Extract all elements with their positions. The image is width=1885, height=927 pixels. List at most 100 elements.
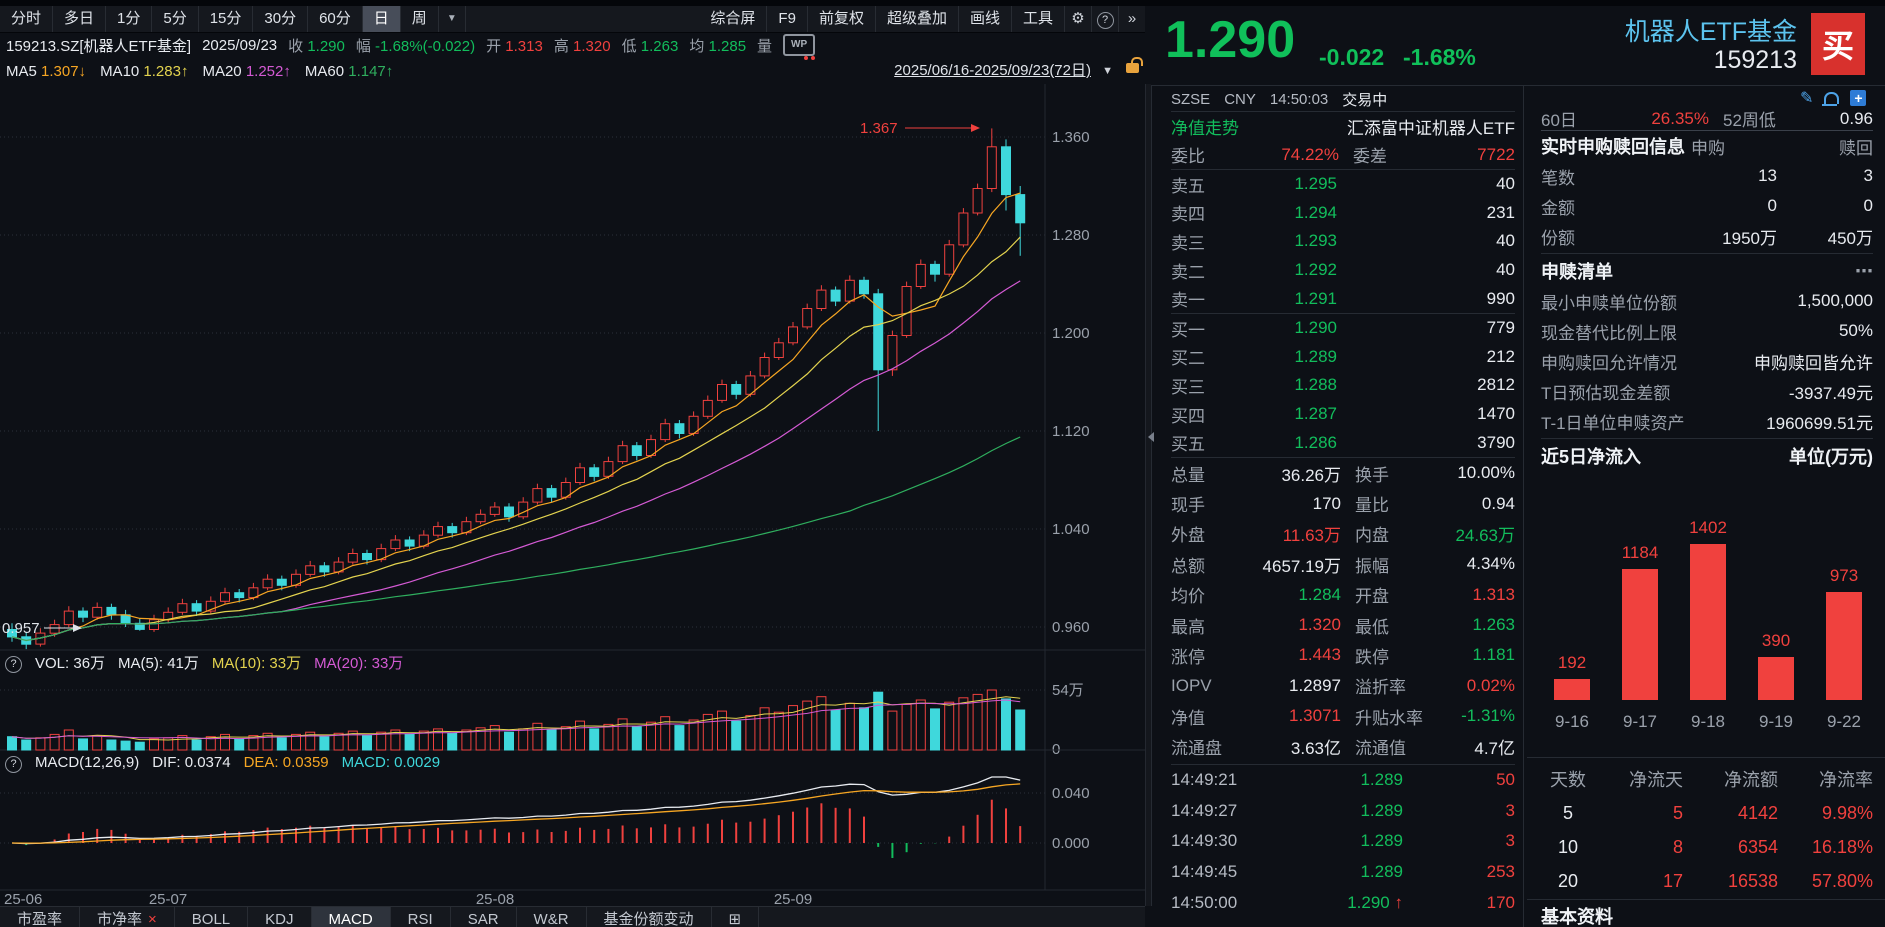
ma-item: MA10 1.283↑ <box>100 63 188 80</box>
ohlc-field: 收 1.290 <box>288 35 345 56</box>
period-tab-日[interactable]: 日 <box>363 6 401 32</box>
list-label: T日预估现金差额 <box>1541 379 1670 404</box>
column-header: 净流率 <box>1778 766 1873 792</box>
tab-SAR[interactable]: SAR <box>451 907 517 927</box>
stat-value: 24.63万 <box>1431 521 1515 546</box>
settings-button[interactable]: ⚙ <box>1065 6 1092 32</box>
bid-row[interactable]: 买三1.2882812 <box>1171 371 1515 400</box>
period-tab-分时[interactable]: 分时 <box>0 6 53 32</box>
basic-info-title[interactable]: 基本资料 <box>1541 903 1613 927</box>
list-value: 申购赎回皆允许 <box>1754 349 1873 374</box>
list-item: 申购赎回允许情况申购赎回皆允许 <box>1541 346 1873 376</box>
level-label: 买二 <box>1171 344 1227 369</box>
buy-button[interactable]: 买 <box>1811 13 1865 75</box>
stat-value: 10.00% <box>1431 463 1515 483</box>
toolbar-action-F9[interactable]: F9 <box>767 6 808 32</box>
range-dropdown-icon[interactable]: ▼ <box>1102 58 1113 84</box>
period-tab-15分[interactable]: 15分 <box>199 6 254 32</box>
date-range-link[interactable]: 2025/06/16-2025/09/23(72日) <box>894 58 1091 84</box>
macd-help-icon[interactable]: ? <box>5 756 22 773</box>
ma-label: MA20 <box>202 63 245 80</box>
ma-item: MA60 1.147↑ <box>305 63 393 80</box>
list-item: T-1日单位申赎资产1960699.51元 <box>1541 406 1873 436</box>
creation-list-header[interactable]: 申赎清单 ⋯ <box>1541 256 1873 286</box>
vol-ma-item: MA(20): 33万 <box>314 652 403 673</box>
week52-low-label: 52周低 <box>1709 106 1805 131</box>
period-tab-周[interactable]: 周 <box>401 6 439 32</box>
wp-monitor-icon[interactable]: WP <box>783 34 815 56</box>
stat-label: 升贴水率 <box>1355 704 1431 729</box>
toolbar-action-前复权[interactable]: 前复权 <box>808 6 876 32</box>
tab-市盈率[interactable]: 市盈率 <box>0 907 80 927</box>
ma-value: 1.147↑ <box>348 63 393 80</box>
chevron-down-icon: ▼ <box>447 13 457 24</box>
table-cell: 5 <box>1541 803 1595 824</box>
period-tab-60分[interactable]: 60分 <box>308 6 363 32</box>
toolbar-action-工具[interactable]: 工具 <box>1012 6 1065 32</box>
stat-label: 外盘 <box>1171 521 1233 546</box>
alert-bell-icon[interactable] <box>1824 92 1839 104</box>
bid-row[interactable]: 买五1.2863790 <box>1171 428 1515 457</box>
tab-W&R[interactable]: W&R <box>517 907 587 927</box>
tab-基金份额变动[interactable]: 基金份额变动 <box>587 907 712 927</box>
help-button[interactable]: ? <box>1092 6 1119 32</box>
ask-row[interactable]: 卖二1.29240 <box>1171 256 1515 285</box>
weibi-label: 委比 <box>1171 142 1221 167</box>
edit-pencil-icon[interactable]: ✎ <box>1800 88 1813 108</box>
ask-row[interactable]: 卖五1.29540 <box>1171 170 1515 199</box>
ma-label: MA60 <box>305 63 348 80</box>
tick-price: 1.289 <box>1257 770 1423 790</box>
add-plus-icon[interactable]: + <box>1850 90 1866 106</box>
period-tab-5分[interactable]: 5分 <box>152 6 198 32</box>
level-label: 卖二 <box>1171 258 1227 283</box>
list-item: 最小申赎单位份额1,500,000 <box>1541 286 1873 316</box>
tab-KDJ[interactable]: KDJ <box>248 907 311 927</box>
list-label: 现金替代比例上限 <box>1541 319 1677 344</box>
period-dropdown[interactable]: ▼ <box>439 6 466 32</box>
period-tab-1分[interactable]: 1分 <box>106 6 152 32</box>
stat-label: IOPV <box>1171 676 1233 696</box>
tick-time: 14:50:00 <box>1171 893 1257 913</box>
period-tab-30分[interactable]: 30分 <box>253 6 308 32</box>
svg-text:1.040: 1.040 <box>1052 521 1090 538</box>
table-cell: 20 <box>1541 871 1595 892</box>
field-label: 高 <box>554 38 569 55</box>
bid-row[interactable]: 买四1.2871470 <box>1171 400 1515 429</box>
ellipsis-icon[interactable]: ⋯ <box>1855 261 1873 282</box>
stat-label: 溢折率 <box>1355 673 1431 698</box>
ohlc-fields: 收 1.290幅 -1.68%(-0.022)开 1.313高 1.320低 1… <box>288 35 772 56</box>
bid-levels: 买一1.290779买二1.289212买三1.2882812买四1.28714… <box>1171 314 1515 458</box>
close-icon[interactable]: × <box>148 911 157 927</box>
vol-help-icon[interactable]: ? <box>5 656 22 673</box>
kline-chart[interactable]: 1.3601.2801.2001.1201.0400.96054万00.0400… <box>0 0 1145 927</box>
stat-value: 4.34% <box>1431 554 1515 574</box>
tab-BOLL[interactable]: BOLL <box>175 907 248 927</box>
add-indicator-button[interactable]: ⊞ <box>712 907 760 927</box>
stat-value: 1.320 <box>1233 615 1341 635</box>
period-tab-多日[interactable]: 多日 <box>53 6 106 32</box>
unlock-icon[interactable] <box>1126 63 1139 73</box>
tab-RSI[interactable]: RSI <box>391 907 451 927</box>
panel-collapse-handle[interactable] <box>1145 84 1152 906</box>
tab-市净率[interactable]: 市净率× <box>80 907 175 927</box>
ask-row[interactable]: 卖四1.294231 <box>1171 199 1515 228</box>
exchange-label: SZSE <box>1171 91 1210 108</box>
bid-row[interactable]: 买二1.289212 <box>1171 343 1515 372</box>
flow-bar-date: 9-22 <box>1804 712 1884 732</box>
realtime-creation-header: 实时申购赎回信息 申购 赎回 <box>1541 131 1873 161</box>
tick-price: 1.289 <box>1257 862 1423 882</box>
toolbar-action-画线[interactable]: 画线 <box>959 6 1012 32</box>
sixty-day-label: 60日 <box>1541 106 1591 131</box>
toolbar-action-综合屏[interactable]: 综合屏 <box>699 6 767 32</box>
up-arrow-icon: ↑ <box>1390 893 1403 912</box>
flow-bar-value: 1402 <box>1668 518 1748 538</box>
bid-row[interactable]: 买一1.290779 <box>1171 314 1515 343</box>
divider <box>1527 757 1885 758</box>
ask-row[interactable]: 卖三1.29340 <box>1171 227 1515 256</box>
more-button[interactable]: » <box>1119 6 1145 32</box>
quote-time: 14:50:03 <box>1270 91 1328 108</box>
toolbar-action-超级叠加[interactable]: 超级叠加 <box>876 6 959 32</box>
ask-row[interactable]: 卖一1.291990 <box>1171 284 1515 313</box>
nav-trend-row[interactable]: 净值走势 汇添富中证机器人ETF <box>1171 112 1515 140</box>
tab-MACD[interactable]: MACD <box>312 907 391 927</box>
